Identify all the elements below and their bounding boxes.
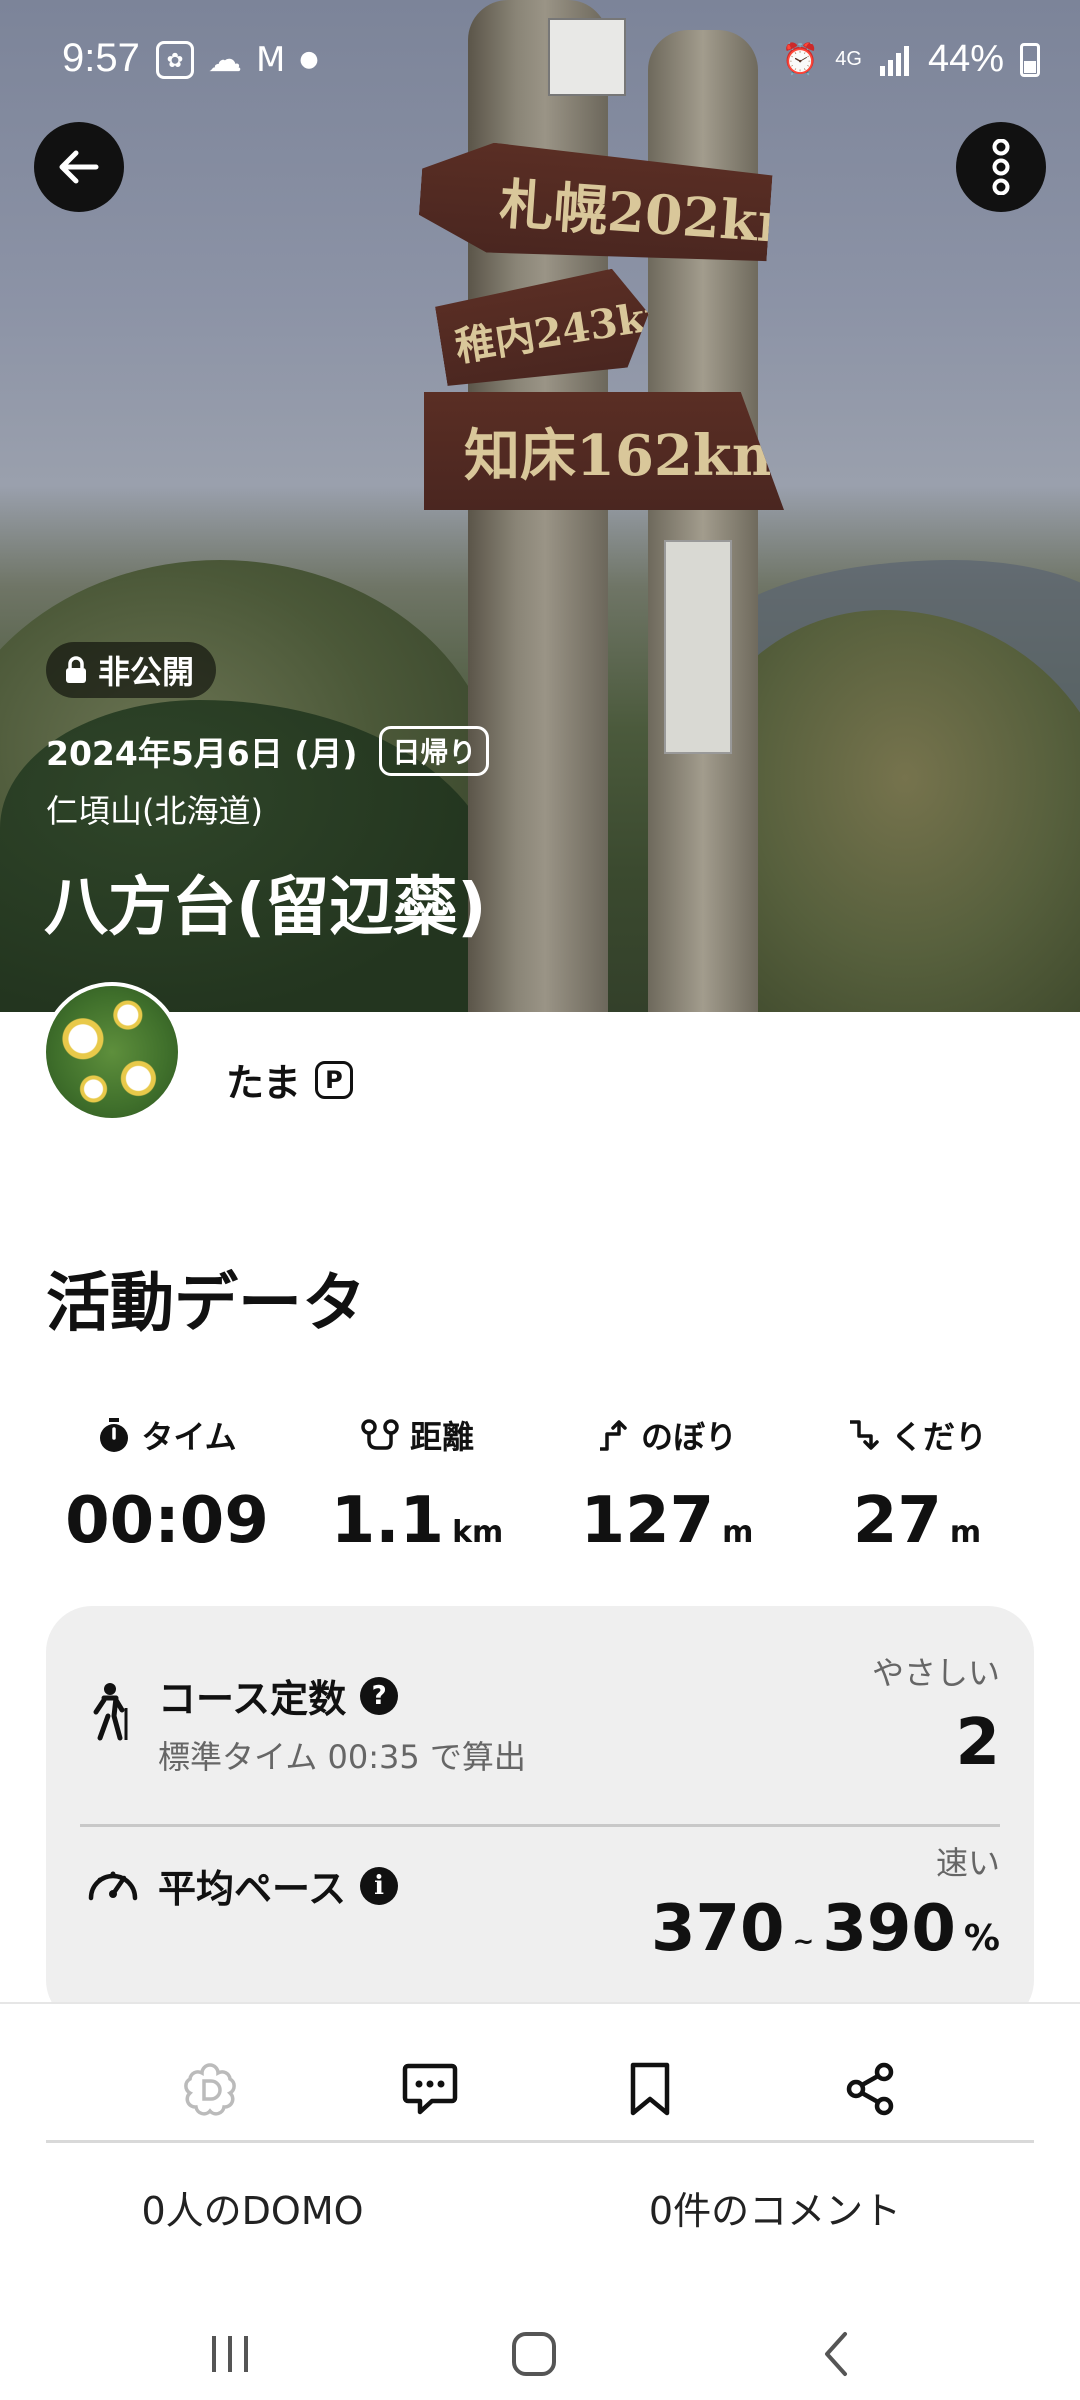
share-icon	[846, 2062, 894, 2116]
alarm-icon: ⏰	[781, 42, 820, 76]
activity-stats: タイム 00:09 距離 1.1 km のぼり 127 m くだり 27 m	[0, 1410, 1080, 1558]
app-icon: ✿	[156, 41, 194, 79]
battery-percent: 44%	[927, 38, 1004, 80]
pace-max: 390	[822, 1892, 956, 1966]
system-navigation-bar	[0, 2302, 1080, 2400]
home-button[interactable]	[494, 2324, 574, 2384]
course-constant-row: コース定数 ? 標準タイム 00:35 で算出 やさしい 2	[46, 1606, 1034, 1806]
back-button[interactable]	[34, 122, 124, 212]
bookmark-button[interactable]	[540, 2044, 760, 2134]
trip-type-badge: 日帰り	[379, 726, 490, 776]
avatar[interactable]	[42, 982, 182, 1122]
mountain-area[interactable]: 仁頃山(北海道)	[46, 786, 263, 832]
divider	[80, 1824, 1000, 1827]
info-icon[interactable]: i	[360, 1866, 399, 1905]
pace-unit: %	[963, 1918, 1000, 1959]
share-button[interactable]	[760, 2044, 980, 2134]
dot-icon: ●	[299, 47, 319, 72]
bottom-action-bar: 0人のDOMO 0件のコメント	[0, 2002, 1080, 2302]
stopwatch-icon	[100, 1418, 129, 1452]
more-vertical-icon	[992, 139, 1010, 195]
page-title: 八方台(留辺蘂)	[44, 871, 487, 945]
stat-label: のぼり	[640, 1418, 737, 1456]
gmail-icon: M	[256, 40, 286, 80]
stat-unit: m	[722, 1515, 754, 1550]
descent-icon	[849, 1420, 879, 1450]
domo-flower-icon	[184, 2063, 236, 2116]
username[interactable]: たま	[226, 1052, 301, 1107]
domo-button[interactable]	[100, 2044, 320, 2134]
stat-label: くだり	[890, 1418, 987, 1456]
divider	[46, 2140, 1034, 2143]
average-pace-value: 370 ~390%	[651, 1892, 1000, 1966]
battery-icon	[1020, 42, 1040, 77]
stat-value: 00:09	[65, 1484, 269, 1558]
stat-time: タイム 00:09	[42, 1410, 292, 1558]
course-constant-title: コース定数	[158, 1677, 347, 1721]
section-title: 活動データ	[46, 1267, 366, 1341]
visibility-label: 非公開	[98, 653, 195, 691]
average-pace-title: 平均ペース	[158, 1867, 347, 1911]
comment-button[interactable]	[320, 2044, 540, 2134]
stat-unit: m	[949, 1515, 982, 1550]
speedometer-icon	[88, 1871, 138, 1901]
domo-count[interactable]: 0人のDOMO	[0, 2180, 505, 2235]
notice-board	[664, 540, 732, 754]
stat-value: 27	[852, 1484, 942, 1558]
stat-ascent: のぼり 127 m	[542, 1410, 792, 1558]
more-options-button[interactable]	[956, 122, 1046, 212]
help-icon[interactable]: ?	[360, 1676, 399, 1715]
home-icon	[512, 2332, 556, 2376]
status-time: 9:57	[62, 36, 140, 80]
arrow-left-icon	[59, 150, 99, 184]
sign-shiretoko: 知床162km	[424, 392, 784, 510]
hiker-icon	[93, 1683, 128, 1741]
activity-date-line: 2024年5月6日 (月) 日帰り	[46, 726, 490, 776]
hero-photo: 札幌202km 稚内243km 知床162km 9:57 ✿ ☁ M ● ⏰ 4…	[0, 0, 1080, 1012]
lock-icon	[66, 656, 86, 683]
pace-rating-label: 速い	[935, 1844, 1000, 1882]
cloud-icon: ☁	[208, 40, 242, 80]
comment-icon	[402, 2063, 458, 2115]
course-info-card: コース定数 ? 標準タイム 00:35 で算出 やさしい 2 平均ペース i 速…	[46, 1606, 1034, 2026]
pace-tilde: ~	[792, 1927, 815, 1957]
stat-descent: くだり 27 m	[792, 1410, 1042, 1558]
visibility-badge: 非公開	[46, 642, 217, 698]
chevron-left-icon	[825, 2332, 847, 2376]
average-pace-row: 平均ペース i 速い 370 ~390%	[46, 1828, 1034, 2026]
recents-icon	[212, 2336, 248, 2372]
activity-date: 2024年5月6日 (月)	[46, 734, 358, 773]
course-rating-label: やさしい	[871, 1654, 1000, 1692]
network-type: 4G	[835, 48, 862, 70]
comment-count[interactable]: 0件のコメント	[505, 2180, 1045, 2235]
stat-value: 127	[580, 1484, 715, 1558]
system-back-button[interactable]	[796, 2324, 876, 2384]
course-constant-value: 2	[955, 1706, 1000, 1780]
course-constant-subtitle: 標準タイム 00:35 で算出	[158, 1738, 526, 1776]
status-bar: 9:57 ✿ ☁ M ● ⏰ 4G 44%	[0, 28, 1080, 94]
recent-apps-button[interactable]	[190, 2324, 270, 2384]
bookmark-icon	[630, 2062, 670, 2116]
signal-icon	[879, 45, 909, 76]
ascent-icon	[599, 1420, 627, 1451]
stat-unit: km	[452, 1515, 504, 1550]
stat-value: 1.1	[330, 1484, 445, 1558]
route-icon	[361, 1419, 399, 1450]
premium-icon: P	[314, 1060, 353, 1099]
pace-min: 370	[650, 1892, 785, 1966]
stat-label: タイム	[141, 1418, 237, 1456]
stat-label: 距離	[409, 1418, 474, 1456]
stat-distance: 距離 1.1 km	[292, 1410, 542, 1558]
user-info[interactable]: たま P	[226, 1052, 353, 1107]
